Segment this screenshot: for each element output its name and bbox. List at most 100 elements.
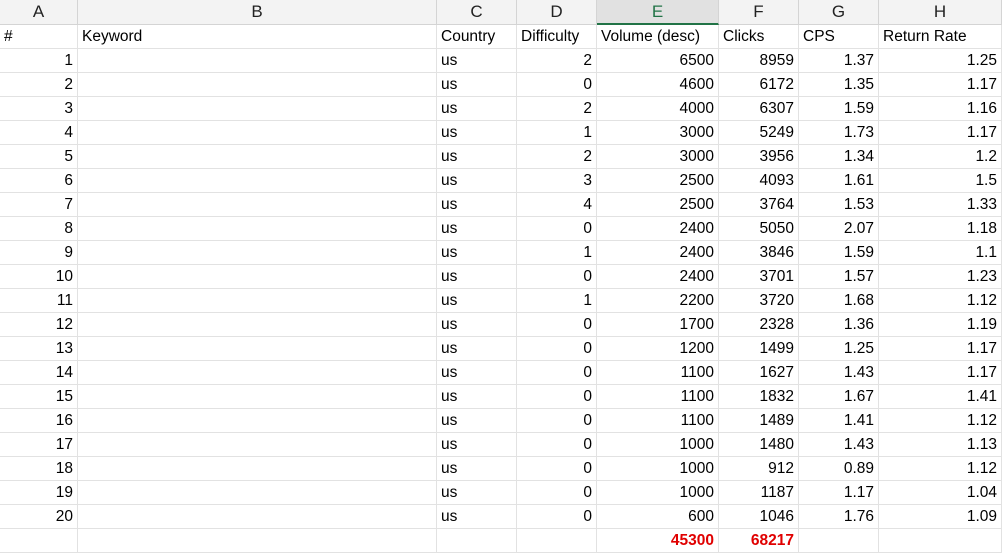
cell-e[interactable]: 1000 [597, 433, 719, 457]
cell-h[interactable]: 1.09 [879, 505, 1002, 529]
cell-h[interactable]: 1.25 [879, 49, 1002, 73]
column-header-h[interactable]: H [879, 0, 1002, 24]
column-header-c[interactable]: C [437, 0, 517, 24]
cell-g[interactable]: 1.25 [799, 337, 879, 361]
cell-d[interactable]: 2 [517, 97, 597, 121]
cell-e[interactable]: 2500 [597, 169, 719, 193]
cell-h[interactable]: 1.13 [879, 433, 1002, 457]
cell-d[interactable]: 3 [517, 169, 597, 193]
cell-b[interactable] [78, 49, 437, 73]
cell-c[interactable]: us [437, 505, 517, 529]
cell-h[interactable]: 1.18 [879, 217, 1002, 241]
cell-h[interactable]: 1.2 [879, 145, 1002, 169]
empty-cell[interactable] [437, 529, 517, 553]
cell-a[interactable]: 17 [0, 433, 78, 457]
cell-c[interactable]: us [437, 385, 517, 409]
cell-f[interactable]: 1046 [719, 505, 799, 529]
cell-b[interactable] [78, 313, 437, 337]
cell-h[interactable]: 1.33 [879, 193, 1002, 217]
cell-e[interactable]: 3000 [597, 121, 719, 145]
cell-d[interactable]: 0 [517, 361, 597, 385]
cell-b[interactable] [78, 265, 437, 289]
empty-cell[interactable] [879, 529, 1002, 553]
cell-f[interactable]: 1499 [719, 337, 799, 361]
cell-d[interactable]: 0 [517, 433, 597, 457]
cell-c[interactable]: us [437, 409, 517, 433]
cell-f[interactable]: 1489 [719, 409, 799, 433]
cell-a[interactable]: 5 [0, 145, 78, 169]
cell-h[interactable]: 1.12 [879, 457, 1002, 481]
cell-a[interactable]: 3 [0, 97, 78, 121]
cell-h[interactable]: 1.1 [879, 241, 1002, 265]
cell-f[interactable]: 912 [719, 457, 799, 481]
empty-cell[interactable] [517, 529, 597, 553]
cell-g[interactable]: 1.41 [799, 409, 879, 433]
cell-d[interactable]: 0 [517, 265, 597, 289]
spreadsheet[interactable]: ABCDEFGH # Keyword Country Difficulty Volume… [0, 0, 1002, 553]
cell-g[interactable]: 1.34 [799, 145, 879, 169]
cell-c[interactable]: us [437, 265, 517, 289]
cell-a[interactable]: 19 [0, 481, 78, 505]
empty-cell[interactable] [799, 529, 879, 553]
total-volume-cell[interactable]: 45300 [597, 529, 719, 553]
cell-c[interactable]: us [437, 121, 517, 145]
header-cell-h[interactable]: Return Rate [879, 25, 1002, 49]
cell-b[interactable] [78, 481, 437, 505]
cell-a[interactable]: 16 [0, 409, 78, 433]
cell-g[interactable]: 1.43 [799, 433, 879, 457]
cell-e[interactable]: 2400 [597, 241, 719, 265]
cell-b[interactable] [78, 457, 437, 481]
cell-g[interactable]: 1.68 [799, 289, 879, 313]
cell-c[interactable]: us [437, 73, 517, 97]
cell-b[interactable] [78, 505, 437, 529]
cell-a[interactable]: 14 [0, 361, 78, 385]
cell-d[interactable]: 1 [517, 289, 597, 313]
total-clicks-cell[interactable]: 68217 [719, 529, 799, 553]
cell-h[interactable]: 1.5 [879, 169, 1002, 193]
cell-e[interactable]: 2400 [597, 265, 719, 289]
column-header-a[interactable]: A [0, 0, 78, 24]
cell-c[interactable]: us [437, 481, 517, 505]
cell-g[interactable]: 1.61 [799, 169, 879, 193]
column-header-e[interactable]: E [597, 0, 719, 25]
cell-e[interactable]: 2200 [597, 289, 719, 313]
cell-b[interactable] [78, 73, 437, 97]
cell-e[interactable]: 3000 [597, 145, 719, 169]
cell-c[interactable]: us [437, 337, 517, 361]
header-cell-d[interactable]: Difficulty [517, 25, 597, 49]
cell-a[interactable]: 8 [0, 217, 78, 241]
cell-g[interactable]: 1.53 [799, 193, 879, 217]
cell-e[interactable]: 1000 [597, 481, 719, 505]
cell-c[interactable]: us [437, 169, 517, 193]
cell-b[interactable] [78, 193, 437, 217]
cell-g[interactable]: 1.43 [799, 361, 879, 385]
cell-b[interactable] [78, 289, 437, 313]
cell-e[interactable]: 1000 [597, 457, 719, 481]
cell-c[interactable]: us [437, 217, 517, 241]
cell-e[interactable]: 1100 [597, 385, 719, 409]
cell-a[interactable]: 18 [0, 457, 78, 481]
cell-f[interactable]: 8959 [719, 49, 799, 73]
cell-a[interactable]: 7 [0, 193, 78, 217]
cell-d[interactable]: 0 [517, 313, 597, 337]
cell-c[interactable]: us [437, 433, 517, 457]
cell-f[interactable]: 3846 [719, 241, 799, 265]
cell-d[interactable]: 2 [517, 49, 597, 73]
cell-a[interactable]: 11 [0, 289, 78, 313]
cell-f[interactable]: 1480 [719, 433, 799, 457]
cell-b[interactable] [78, 361, 437, 385]
cell-h[interactable]: 1.17 [879, 121, 1002, 145]
cell-b[interactable] [78, 145, 437, 169]
cell-d[interactable]: 0 [517, 457, 597, 481]
cell-d[interactable]: 0 [517, 385, 597, 409]
cell-b[interactable] [78, 433, 437, 457]
cell-h[interactable]: 1.19 [879, 313, 1002, 337]
cell-d[interactable]: 2 [517, 145, 597, 169]
cell-h[interactable]: 1.04 [879, 481, 1002, 505]
cell-b[interactable] [78, 217, 437, 241]
cell-f[interactable]: 5050 [719, 217, 799, 241]
empty-cell[interactable] [0, 529, 78, 553]
cell-e[interactable]: 1200 [597, 337, 719, 361]
cell-b[interactable] [78, 337, 437, 361]
cell-d[interactable]: 0 [517, 73, 597, 97]
